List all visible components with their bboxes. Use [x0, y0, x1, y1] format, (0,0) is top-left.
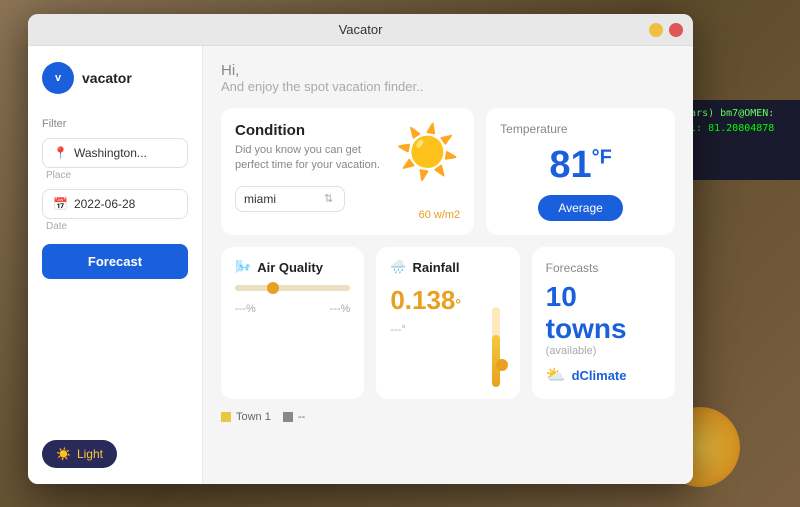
rainfall-indicator [496, 359, 508, 371]
greeting: Hi, And enjoy the spot vacation finder.. [221, 62, 675, 94]
rainfall-title: 🌧️ Rainfall [390, 259, 475, 275]
theme-label: Light [77, 447, 103, 461]
theme-toggle-button[interactable]: ☀️ Light [42, 440, 117, 468]
rainfall-bar-container [486, 259, 506, 387]
rainfall-stat: ---° [390, 324, 475, 336]
temperature-title: Temperature [500, 122, 567, 136]
date-sub: Date [42, 221, 188, 232]
sun-theme-icon: ☀️ [56, 447, 71, 461]
bottom-legend: Town 1 -- [221, 407, 675, 427]
legend-label-1: Town 1 [236, 411, 271, 423]
close-button[interactable] [669, 23, 683, 37]
bottom-cards: 🌬️ Air Quality ---% ---% 🌧️ [221, 247, 675, 399]
legend-dot-1 [221, 412, 231, 422]
solar-label: 60 w/m2 [419, 209, 461, 221]
rain-icon: 🌧️ [390, 259, 406, 275]
air-quality-title: 🌬️ Air Quality [235, 259, 350, 275]
top-cards: Condition Did you know you can get perfe… [221, 108, 675, 235]
dclimate-label: dClimate [572, 368, 627, 383]
air-quality-label: Air Quality [257, 260, 323, 275]
rainfall-unit: ° [455, 296, 461, 312]
large-sun-icon: ☀️ [395, 122, 460, 183]
legend-label-2: -- [298, 411, 305, 423]
terminal-line-2: qml: 81.20804878 [678, 121, 792, 136]
rainfall-number: 0.138 [390, 285, 455, 315]
air-quality-bar [235, 285, 350, 291]
logo-area: v vacator [42, 62, 188, 94]
city-search-input[interactable] [244, 192, 324, 206]
app-body: v vacator Filter 📍 Washington... Place 📅… [28, 46, 693, 484]
place-value: Washington... [74, 146, 177, 160]
main-content: Hi, And enjoy the spot vacation finder..… [203, 46, 693, 484]
temperature-value: 81°F [549, 144, 612, 187]
condition-card: Condition Did you know you can get perfe… [221, 108, 474, 235]
legend-item-1: Town 1 [221, 411, 271, 423]
sidebar-spacer [42, 279, 188, 440]
forecasts-available: (available) [546, 345, 661, 357]
temperature-card: Temperature 81°F Average [486, 108, 675, 235]
place-sub: Place [42, 170, 188, 181]
air-stat-2: ---% [330, 303, 351, 315]
forecasts-card: Forecasts 10 towns (available) ⛅ dClimat… [532, 247, 675, 399]
filter-label: Filter [42, 118, 188, 130]
air-quality-indicator [267, 282, 279, 294]
temp-unit: °F [592, 146, 612, 168]
window-controls [649, 23, 683, 37]
forecasts-count: 10 towns [546, 281, 661, 345]
terminal-line-1: (mars) bm7@OMEN: [678, 106, 792, 121]
forecasts-title: Forecasts [546, 261, 661, 275]
rainfall-card: 🌧️ Rainfall 0.138° ---° [376, 247, 519, 399]
sidebar: v vacator Filter 📍 Washington... Place 📅… [28, 46, 203, 484]
dclimate-badge[interactable]: ⛅ dClimate [546, 365, 661, 385]
air-quality-card: 🌬️ Air Quality ---% ---% [221, 247, 364, 399]
average-button[interactable]: Average [538, 195, 622, 221]
minimize-button[interactable] [649, 23, 663, 37]
legend-dot-2 [283, 412, 293, 422]
air-stat-1: ---% [235, 303, 256, 315]
air-quality-stats: ---% ---% [235, 303, 350, 315]
greeting-sub: And enjoy the spot vacation finder.. [221, 79, 675, 94]
rainfall-left: 🌧️ Rainfall 0.138° ---° [390, 259, 475, 387]
place-filter[interactable]: 📍 Washington... [42, 138, 188, 168]
rainfall-label: Rainfall [413, 260, 460, 275]
rainfall-bar-track [492, 307, 500, 387]
calendar-icon: 📅 [53, 197, 68, 211]
pin-icon: 📍 [53, 146, 68, 160]
temp-number: 81 [549, 144, 591, 186]
forecast-button[interactable]: Forecast [42, 244, 188, 279]
condition-search[interactable]: ⇅ [235, 186, 345, 212]
legend-item-2: -- [283, 411, 305, 423]
date-filter[interactable]: 📅 2022-06-28 [42, 189, 188, 219]
condition-desc: Did you know you can get perfect time fo… [235, 143, 395, 174]
date-value: 2022-06-28 [74, 197, 177, 211]
app-window: Vacator v vacator Filter 📍 Washington...… [28, 14, 693, 484]
greeting-hi: Hi, [221, 62, 675, 79]
rainfall-value: 0.138° [390, 285, 475, 316]
air-quality-icon: 🌬️ [235, 259, 251, 275]
logo-text: vacator [82, 70, 132, 86]
window-title: Vacator [339, 22, 383, 37]
title-bar: Vacator [28, 14, 693, 46]
dclimate-icon: ⛅ [546, 365, 566, 385]
search-arrows-icon: ⇅ [324, 192, 333, 205]
logo-icon: v [42, 62, 74, 94]
